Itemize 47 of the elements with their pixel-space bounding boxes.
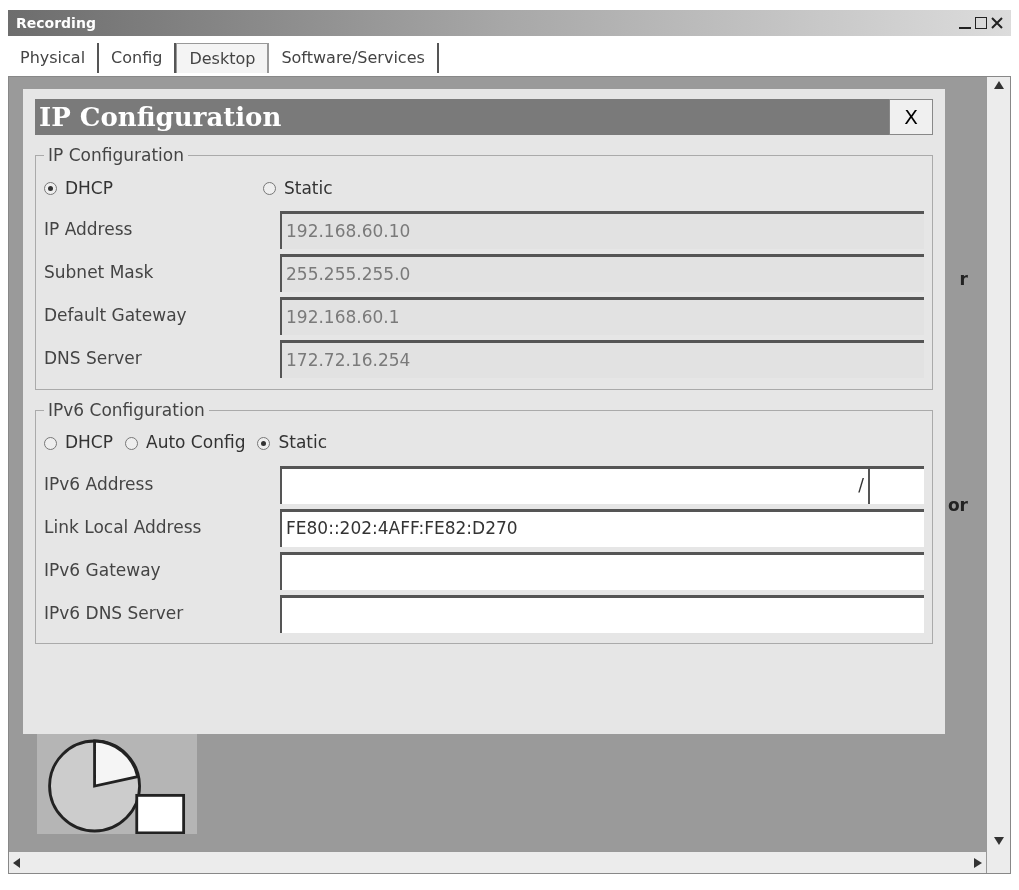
radio-button[interactable]	[263, 182, 276, 195]
group-legend: IP Configuration	[44, 143, 188, 169]
horizontal-scrollbar[interactable]	[9, 851, 986, 873]
tab[interactable]: Desktop	[176, 43, 270, 73]
up-arrow-icon[interactable]	[993, 81, 1004, 89]
field-label: IPv6 DNS Server	[44, 601, 185, 625]
address-field[interactable]: /	[280, 465, 868, 504]
field-value: 192.168.60.1	[286, 305, 400, 329]
down-arrow-icon[interactable]	[993, 837, 1004, 845]
maximize-icon[interactable]	[975, 17, 987, 29]
right-arrow-icon[interactable]	[974, 857, 982, 868]
field-value: FE80::202:4AFF:FE82:D270	[286, 517, 518, 541]
input-field[interactable]	[280, 594, 924, 633]
close-button[interactable]: X	[889, 99, 933, 135]
radio-label: Static	[278, 431, 328, 455]
field-value: 172.72.16.254	[286, 348, 411, 372]
prefix-field[interactable]	[868, 465, 924, 504]
window-title: Recording	[16, 13, 96, 33]
field-label: Link Local Address	[44, 515, 203, 539]
field-label: Subnet Mask	[44, 261, 155, 285]
radio-button[interactable]	[44, 436, 57, 450]
tab[interactable]: Software/Services	[269, 43, 439, 73]
radio-button[interactable]	[125, 436, 138, 450]
field-value: 192.168.60.10	[286, 219, 411, 243]
left-arrow-icon[interactable]	[13, 857, 21, 868]
field-label: Default Gateway	[44, 304, 188, 328]
field-label: IPv6 Address	[44, 472, 155, 496]
radio-label: Static	[284, 176, 333, 200]
field-label: DNS Server	[44, 347, 143, 371]
group-legend: IPv6 Configuration	[44, 397, 209, 423]
radio-label: DHCP	[65, 176, 113, 200]
radio-label: Auto Config	[146, 431, 246, 455]
dialog-title: IP Configuration	[39, 100, 282, 134]
field-label: IPv6 Gateway	[44, 558, 162, 582]
slash-separator: /	[858, 474, 864, 498]
close-icon[interactable]	[991, 17, 1003, 29]
background-text: r	[959, 268, 968, 291]
vertical-scrollbar[interactable]	[986, 77, 1010, 873]
radio-button[interactable]	[44, 182, 57, 195]
field-value: 255.255.255.0	[286, 262, 411, 286]
input-field[interactable]	[280, 551, 924, 590]
input-field[interactable]: FE80::202:4AFF:FE82:D270	[280, 508, 924, 547]
radio-button[interactable]	[257, 436, 271, 450]
field-label: IP Address	[44, 218, 134, 242]
radio-label: DHCP	[65, 431, 113, 455]
background-text: or	[947, 493, 968, 517]
tab[interactable]: Physical	[8, 43, 100, 73]
